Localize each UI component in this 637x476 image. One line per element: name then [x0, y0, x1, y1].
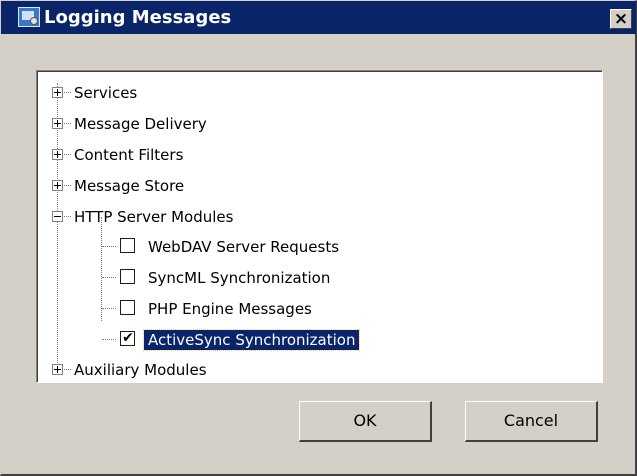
tree-connector — [102, 308, 116, 309]
tree-connector — [64, 216, 71, 217]
title-bar[interactable]: Logging Messages × — [1, 1, 636, 34]
logging-tree[interactable]: Services Message Delivery Content Filter… — [36, 70, 603, 383]
tree-item-label: Auxiliary Modules — [74, 361, 207, 379]
tree-item-label: HTTP Server Modules — [74, 208, 234, 226]
checkbox-activesync[interactable]: ✔ — [120, 330, 135, 346]
expand-plus-icon[interactable] — [52, 87, 63, 98]
tree-item-label: Services — [74, 84, 138, 102]
expand-plus-icon[interactable] — [52, 180, 63, 191]
checkbox-php-engine[interactable] — [120, 300, 135, 315]
tree-connector — [102, 246, 116, 247]
dialog-title: Logging Messages — [44, 7, 232, 28]
expand-plus-icon[interactable] — [52, 118, 63, 129]
tree-connector — [64, 123, 71, 124]
tree-connector — [102, 339, 116, 340]
tree-connector — [102, 277, 116, 278]
collapse-minus-icon[interactable] — [52, 211, 63, 222]
tree-item-label: SyncML Synchronization — [148, 269, 331, 287]
close-icon: × — [613, 9, 629, 29]
checkmark-icon: ✔ — [122, 330, 134, 346]
tree-item-label: WebDAV Server Requests — [148, 238, 340, 256]
tree-connector — [64, 92, 71, 93]
tree-item-label: Message Delivery — [74, 115, 207, 133]
expand-plus-icon[interactable] — [52, 364, 63, 375]
tree-item-label: Message Store — [74, 177, 185, 195]
tree-item-php-engine-messages[interactable]: PHP Engine Messages — [37, 298, 597, 320]
expand-plus-icon[interactable] — [52, 149, 63, 160]
tree-item-syncml-synchronization[interactable]: SyncML Synchronization — [37, 267, 597, 289]
tree-connector — [64, 185, 71, 186]
checkbox-syncml[interactable] — [120, 269, 135, 284]
ok-button[interactable]: OK — [299, 401, 432, 442]
tree-item-label: PHP Engine Messages — [148, 300, 312, 318]
checkbox-webdav[interactable] — [120, 238, 135, 253]
tree-connector — [64, 369, 71, 370]
tree-item-label-selected: ActiveSync Synchronization — [142, 329, 361, 351]
close-button[interactable]: × — [610, 9, 632, 29]
app-settings-icon — [18, 7, 40, 27]
tree-item-label: Content Filters — [74, 146, 184, 164]
tree-item-webdav-server-requests[interactable]: WebDAV Server Requests — [37, 236, 597, 258]
tree-item-activesync-synchronization[interactable]: ✔ ActiveSync Synchronization — [37, 329, 597, 351]
tree-connector — [64, 154, 71, 155]
logging-messages-dialog: Logging Messages × Services Message Deli… — [0, 0, 637, 476]
cancel-button[interactable]: Cancel — [465, 401, 598, 442]
